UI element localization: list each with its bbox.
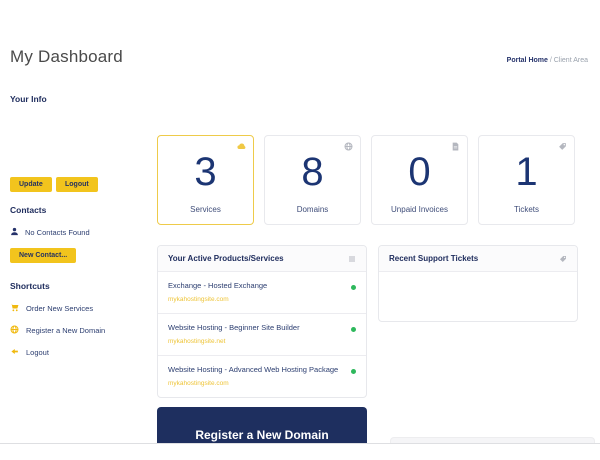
active-products-panel: Your Active Products/Services Exchange -…: [157, 245, 367, 398]
active-products-header: Your Active Products/Services: [158, 246, 366, 272]
stat-card-domains[interactable]: 8 Domains: [264, 135, 361, 225]
stat-card-tickets[interactable]: 1 Tickets: [478, 135, 575, 225]
recent-tickets-panel: Recent Support Tickets: [378, 245, 578, 322]
breadcrumb-separator: /: [549, 57, 552, 64]
product-item[interactable]: Website Hosting - Beginner Site Builder …: [158, 314, 366, 356]
register-domain-label: Register a New Domain: [195, 428, 329, 442]
active-products-title: Your Active Products/Services: [168, 254, 284, 263]
product-name: Website Hosting - Advanced Web Hosting P…: [168, 365, 339, 374]
shortcut-label: Logout: [26, 348, 49, 357]
stat-label: Domains: [296, 205, 329, 214]
new-contact-button[interactable]: New Contact...: [10, 248, 77, 263]
product-name: Website Hosting - Beginner Site Builder: [168, 323, 300, 332]
active-status-dot: [351, 327, 356, 332]
breadcrumb-current: Client Area: [553, 57, 588, 64]
stat-value: 1: [515, 150, 538, 194]
stat-value: 3: [194, 150, 217, 194]
breadcrumb-portal-home[interactable]: Portal Home: [507, 57, 548, 64]
globe-icon: [344, 142, 353, 151]
person-icon: [10, 227, 19, 238]
cloud-icon: [237, 142, 246, 151]
stats-row: 3 Services 8 Domains 0 Unpaid Invoices 1…: [157, 135, 575, 225]
shortcut-register-domain[interactable]: Register a New Domain: [10, 325, 105, 336]
page-title: My Dashboard: [10, 47, 123, 66]
sign-out-icon: [10, 347, 19, 358]
product-item[interactable]: Exchange - Hosted Exchange mykahostingsi…: [158, 272, 366, 314]
stat-label: Unpaid Invoices: [391, 205, 448, 214]
recent-tickets-title: Recent Support Tickets: [389, 254, 479, 263]
client-area-dashboard: My Dashboard Portal Home / Client Area Y…: [0, 0, 600, 460]
list-icon: [348, 255, 356, 263]
breadcrumb: Portal Home / Client Area: [507, 57, 588, 64]
product-domain-link[interactable]: mykahostingsite.net: [168, 338, 340, 345]
shortcuts-heading: Shortcuts: [10, 281, 50, 291]
your-info-heading: Your Info: [10, 94, 47, 104]
shortcut-logout[interactable]: Logout: [10, 347, 49, 358]
stat-label: Services: [190, 205, 221, 214]
recent-tickets-header: Recent Support Tickets: [379, 246, 577, 272]
globe-icon: [10, 325, 19, 336]
active-status-dot: [351, 285, 356, 290]
active-status-dot: [351, 369, 356, 374]
shortcut-label: Order New Services: [26, 304, 94, 313]
product-item[interactable]: Website Hosting - Advanced Web Hosting P…: [158, 356, 366, 397]
shortcut-label: Register a New Domain: [26, 326, 106, 335]
stat-card-unpaid-invoices[interactable]: 0 Unpaid Invoices: [371, 135, 468, 225]
contacts-heading: Contacts: [10, 205, 47, 215]
stat-card-services[interactable]: 3 Services: [157, 135, 254, 225]
recent-tickets-body: [379, 272, 577, 321]
product-domain-link[interactable]: mykahostingsite.com: [168, 296, 340, 303]
logout-button[interactable]: Logout: [56, 177, 98, 192]
page-bottom-divider: [0, 443, 600, 444]
stat-label: Tickets: [513, 205, 540, 214]
tag-icon: [559, 255, 567, 263]
register-domain-banner[interactable]: Register a New Domain: [157, 407, 367, 443]
no-contacts-row: No Contacts Found: [10, 227, 90, 238]
cart-icon: [10, 303, 19, 314]
product-name: Exchange - Hosted Exchange: [168, 281, 268, 290]
stat-value: 8: [301, 150, 324, 194]
invoice-icon: [451, 142, 460, 151]
shortcut-order-new-services[interactable]: Order New Services: [10, 303, 93, 314]
no-contacts-label: No Contacts Found: [25, 228, 90, 237]
update-button[interactable]: Update: [10, 177, 52, 192]
tag-icon: [558, 142, 567, 151]
product-domain-link[interactable]: mykahostingsite.com: [168, 380, 340, 387]
stat-value: 0: [408, 150, 431, 194]
